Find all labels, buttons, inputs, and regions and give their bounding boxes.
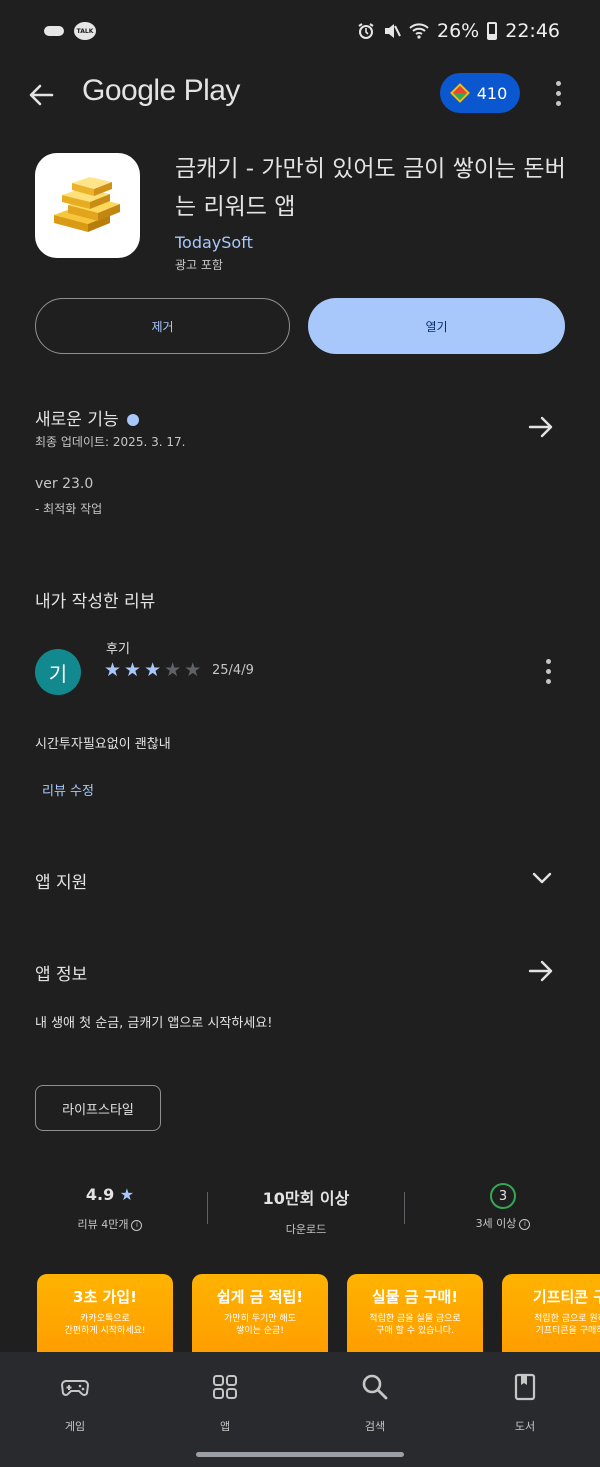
rating-value: 4.9 [85,1185,115,1204]
review-star-rating: ★ ★ ★ ★ ★ [104,660,201,680]
play-points-icon [449,83,470,103]
status-notifications: TALK [44,22,96,40]
star-empty-icon: ★ [184,659,202,681]
star-empty-icon: ★ [164,659,182,681]
release-note: - 최적화 작업 [35,502,103,516]
chevron-down-icon[interactable] [530,866,554,890]
new-indicator-dot [126,414,139,426]
star-filled-icon: ★ [104,659,122,681]
stat-divider [404,1192,405,1224]
about-app-title[interactable]: 앱 정보 [35,960,87,985]
app-icon [35,153,140,258]
info-icon: i [519,1218,531,1230]
status-system: 26% 22:46 [357,20,560,42]
gamepad-icon [60,1380,90,1396]
screenshot-title: 실물 금 구매! [371,1288,459,1306]
screenshot-desc: 카카오톡으로 간편하게 시작하세요! [64,1314,146,1336]
app-title: 금캐기 - 가만히 있어도 금이 쌓이는 돈버는 리워드 앱 [175,156,566,220]
last-updated: 최종 업데이트: 2025. 3. 17. [35,435,186,449]
my-review-title: 내가 작성한 리뷰 [35,592,156,612]
version-text: ver 23.0 [35,476,94,492]
nav-search[interactable]: 검색 [330,1372,420,1434]
uninstall-button[interactable]: 제거 [35,298,290,354]
mute-icon [385,24,401,38]
clock: 22:46 [505,20,560,42]
whats-new-heading[interactable]: 새로운 기능 [35,405,139,430]
nav-books[interactable]: 도서 [480,1372,570,1434]
star-filled-icon: ★ [144,659,162,681]
app-tagline: 내 생애 첫 순금, 금캐기 앱으로 시작하세요! [35,1016,273,1031]
star-filled-icon: ★ [124,659,142,681]
play-points-value: 410 [476,83,508,103]
contains-ads-label: 광고 포함 [175,258,223,272]
info-icon: i [131,1219,143,1231]
screenshot-title: 3초 가입! [73,1288,137,1306]
more-options-icon[interactable] [553,81,563,106]
developer-link[interactable]: TodaySoft [175,233,253,252]
review-date: 25/4/9 [212,663,254,678]
back-arrow-icon[interactable] [22,75,62,115]
star-icon: ★ [119,1185,135,1204]
review-more-options-icon[interactable] [543,659,553,684]
screenshot-card[interactable]: 실물 금 구매! 적립한 금을 실물 금으로 구매 할 수 있습니다. [347,1274,483,1354]
play-points-badge[interactable]: 410 [440,73,520,113]
whats-new-title: 새로운 기능 [35,410,119,430]
edit-review-link[interactable]: 리뷰 수정 [42,780,94,799]
apps-grid-icon [213,1375,237,1399]
book-icon [514,1373,536,1401]
reviewer-name: 후기 [106,642,130,657]
wifi-icon [409,23,429,39]
downloads-stat: 10만회 이상 다운로드 [221,1185,391,1237]
screenshot-card[interactable]: 쉽게 금 적립! 가만히 두기만 해도 쌓이는 순금! [192,1274,328,1354]
content-rating-stat[interactable]: 3 3세 이상 i [418,1183,588,1231]
battery-icon [487,22,498,40]
nav-label: 검색 [364,1420,386,1433]
stat-divider [207,1192,208,1224]
downloads-label: 다운로드 [285,1223,327,1236]
home-gesture-bar[interactable] [196,1452,404,1457]
screenshot-desc: 적립한 금을 실물 금으로 구매 할 수 있습니다. [369,1314,461,1336]
kakaotalk-icon: TALK [74,22,96,40]
screenshot-carousel[interactable]: 3초 가입! 카카오톡으로 간편하게 시작하세요! 쉽게 금 적립! 가만히 두… [37,1274,600,1354]
downloads-value: 10만회 이상 [262,1189,350,1208]
alarm-icon [358,23,374,39]
screenshot-title: 기프티콘 구 [532,1288,600,1306]
screenshot-desc: 적립한 금으로 원하 기프티콘을 구매하 [534,1314,600,1336]
open-button[interactable]: 열기 [308,298,565,354]
screenshot-card[interactable]: 기프티콘 구 적립한 금으로 원하 기프티콘을 구매하 [502,1274,600,1354]
nav-label: 도서 [514,1420,536,1433]
about-arrow-icon[interactable] [526,956,556,986]
whats-new-arrow-icon[interactable] [526,412,556,442]
screenshot-desc: 가만히 두기만 해도 쌓이는 순금! [224,1314,296,1336]
app-support-title[interactable]: 앱 지원 [35,868,87,893]
search-icon [362,1374,388,1400]
age-rating-label: 3세 이상 [475,1217,517,1230]
cloud-icon [44,26,64,36]
review-count: 리뷰 4만개 [77,1218,129,1231]
screenshot-card[interactable]: 3초 가입! 카카오톡으로 간편하게 시작하세요! [37,1274,173,1354]
battery-percent: 26% [437,20,480,42]
nav-label: 게임 [64,1420,86,1433]
review-text: 시간투자필요없이 괜찮내 [35,737,171,752]
nav-apps[interactable]: 앱 [180,1372,270,1434]
avatar: 기 [35,649,81,695]
category-chip[interactable]: 라이프스타일 [35,1085,161,1131]
nav-label: 앱 [219,1420,231,1433]
age-rating-badge: 3 [490,1183,516,1209]
screenshot-title: 쉽게 금 적립! [216,1288,304,1306]
nav-games[interactable]: 게임 [30,1372,120,1434]
rating-stat[interactable]: 4.9 ★ 리뷰 4만개 i [25,1185,195,1232]
bottom-navigation: 게임 앱 검색 도서 [0,1352,600,1467]
gold-bars-icon [53,176,120,232]
status-bar: TALK 26% 22:46 [0,0,600,62]
store-title: Google Play [82,74,240,107]
